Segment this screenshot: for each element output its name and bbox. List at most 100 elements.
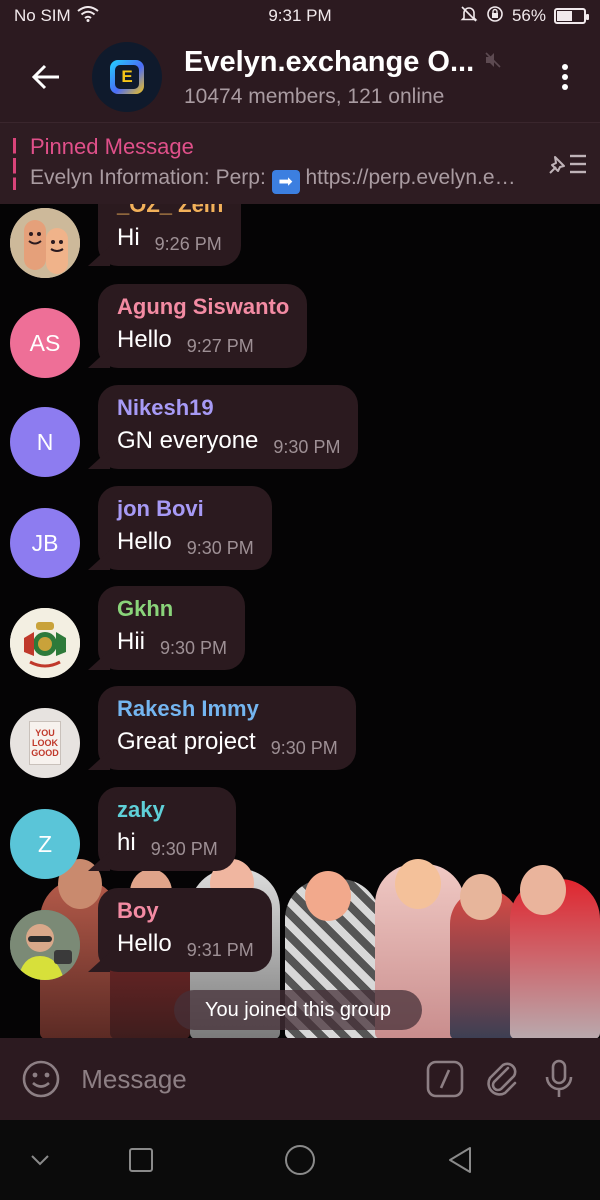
user-avatar[interactable]: JB (10, 508, 80, 578)
back-button[interactable] (0, 32, 92, 122)
paperclip-icon (487, 1062, 517, 1096)
message-text: Hello (117, 528, 172, 555)
sender-name[interactable]: Gkhn (117, 594, 227, 624)
attach-button[interactable] (474, 1038, 531, 1120)
message-input[interactable] (81, 1038, 417, 1120)
text-row: GN everyone 9:30 PM (117, 423, 340, 459)
message-list[interactable]: _OZ_ Zein Hi 9:26 PM AS Agung Siswanto H… (0, 204, 600, 1038)
message-text: GN everyone (117, 427, 259, 454)
sender-name[interactable]: zaky (117, 795, 218, 825)
message-text: Hello (117, 930, 172, 957)
message-bubble[interactable]: zaky hi 9:30 PM (98, 787, 236, 871)
emoji-button[interactable] (0, 1038, 81, 1120)
pinned-link: https://perp.evelyn.exchange (305, 165, 522, 189)
text-row: hi 9:30 PM (117, 825, 218, 861)
photo-avatar-icon (10, 910, 80, 980)
status-left: No SIM (14, 5, 214, 27)
bot-commands-button[interactable] (416, 1038, 473, 1120)
text-row: Hello 9:30 PM (117, 524, 254, 560)
user-avatar[interactable]: N (10, 407, 80, 477)
user-avatar[interactable] (10, 208, 80, 278)
sender-name[interactable]: Rakesh Immy (117, 694, 338, 724)
status-bar: No SIM 9:31 PM 56% (0, 0, 600, 32)
message-time: 9:26 PM (154, 234, 222, 254)
message-text: Hello (117, 326, 172, 353)
message-time: 9:30 PM (270, 738, 338, 758)
nav-back-button[interactable] (420, 1120, 500, 1200)
pinned-list-button[interactable] (534, 123, 600, 205)
message-bubble[interactable]: Rakesh Immy Great project 9:30 PM (98, 686, 356, 770)
chat-subtitle: 10474 members, 121 online (184, 84, 445, 108)
message-text: hi (117, 829, 136, 856)
vertical-dots-icon (562, 64, 568, 90)
message-time: 9:30 PM (186, 538, 254, 558)
message-bubble[interactable]: Agung Siswanto Hello 9:27 PM (98, 284, 308, 368)
coat-of-arms-avatar-icon (10, 608, 80, 678)
pinned-body: Evelyn Information: Perp: ➡ https://perp… (30, 166, 522, 194)
battery-level (557, 11, 572, 21)
text-row: Hello 9:31 PM (117, 926, 254, 962)
logo-letter: E (115, 65, 139, 89)
pin-list-icon (549, 154, 586, 174)
sender-name[interactable]: jon Bovi (117, 494, 254, 524)
pinned-message[interactable]: Pinned Message Evelyn Information: Perp:… (0, 122, 600, 204)
battery-percent: 56% (511, 6, 546, 25)
message-bubble[interactable]: _OZ_ Zein Hi 9:26 PM (98, 204, 242, 266)
message-time: 9:30 PM (160, 638, 228, 658)
user-avatar[interactable]: Z (10, 809, 80, 879)
smiley-icon (22, 1060, 59, 1098)
finger-faces-avatar-icon (10, 208, 80, 278)
voice-record-button[interactable] (531, 1038, 588, 1120)
pinned-label: Pinned Message (30, 133, 194, 159)
evelyn-logo-icon: E (110, 60, 144, 94)
system-navigation-bar (0, 1120, 600, 1200)
chat-header: E Evelyn.exchange O... 10474 members, 12… (0, 32, 600, 122)
user-avatar[interactable] (10, 910, 80, 980)
status-right: 56% (386, 5, 589, 28)
text-row: Hii 9:30 PM (117, 624, 227, 660)
avatar-sign-text: YOU LOOK GOOD (31, 728, 59, 758)
arrow-left-icon (31, 64, 59, 90)
alarm-off-icon (460, 5, 478, 28)
text-row: Hi 9:26 PM (117, 220, 223, 256)
user-avatar[interactable]: YOU LOOK GOOD (10, 708, 80, 778)
text-row: Great project 9:30 PM (117, 724, 338, 760)
nav-collapse-button[interactable] (0, 1120, 80, 1200)
muted-speaker-icon (484, 51, 502, 74)
message-time: 9:27 PM (186, 336, 254, 356)
title-row: Evelyn.exchange O... (184, 46, 530, 79)
rotation-lock-icon (486, 5, 504, 28)
system-message: You joined this group (174, 990, 422, 1030)
pinned-text: Pinned Message Evelyn Information: Perp:… (30, 134, 534, 194)
message-bubble[interactable]: Nikesh19 GN everyone 9:30 PM (98, 385, 359, 469)
message-text: Great project (117, 728, 256, 755)
user-avatar[interactable]: AS (10, 308, 80, 378)
chat-info[interactable]: Evelyn.exchange O... 10474 members, 121 … (184, 46, 530, 109)
message-bubble[interactable]: Gkhn Hii 9:30 PM (98, 586, 246, 670)
user-avatar[interactable] (10, 608, 80, 678)
sender-name[interactable]: Boy (117, 896, 254, 926)
message-time: 9:30 PM (150, 839, 218, 859)
message-composer (0, 1038, 600, 1120)
square-icon (129, 1148, 153, 1172)
wifi-icon (77, 5, 99, 27)
message-text: Hi (117, 224, 140, 251)
pin-indicator (13, 137, 16, 190)
microphone-icon (546, 1059, 573, 1097)
nav-home-button[interactable] (260, 1120, 340, 1200)
sender-name[interactable]: _OZ_ Zein (117, 204, 223, 220)
pinned-prefix: Evelyn Information: Perp: (30, 165, 272, 189)
sender-name[interactable]: Agung Siswanto (117, 292, 289, 322)
sender-name[interactable]: Nikesh19 (117, 393, 340, 423)
group-avatar[interactable]: E (92, 42, 162, 112)
text-row: Hello 9:27 PM (117, 322, 289, 358)
chat-title: Evelyn.exchange O... (184, 45, 475, 78)
message-time: 9:30 PM (273, 437, 341, 457)
menu-button[interactable] (530, 32, 600, 122)
message-bubble[interactable]: Boy Hello 9:31 PM (98, 888, 272, 972)
nav-recents-button[interactable] (101, 1120, 181, 1200)
message-time: 9:31 PM (186, 940, 254, 960)
status-time: 9:31 PM (268, 6, 332, 25)
message-bubble[interactable]: jon Bovi Hello 9:30 PM (98, 486, 272, 570)
circle-icon (285, 1145, 315, 1175)
